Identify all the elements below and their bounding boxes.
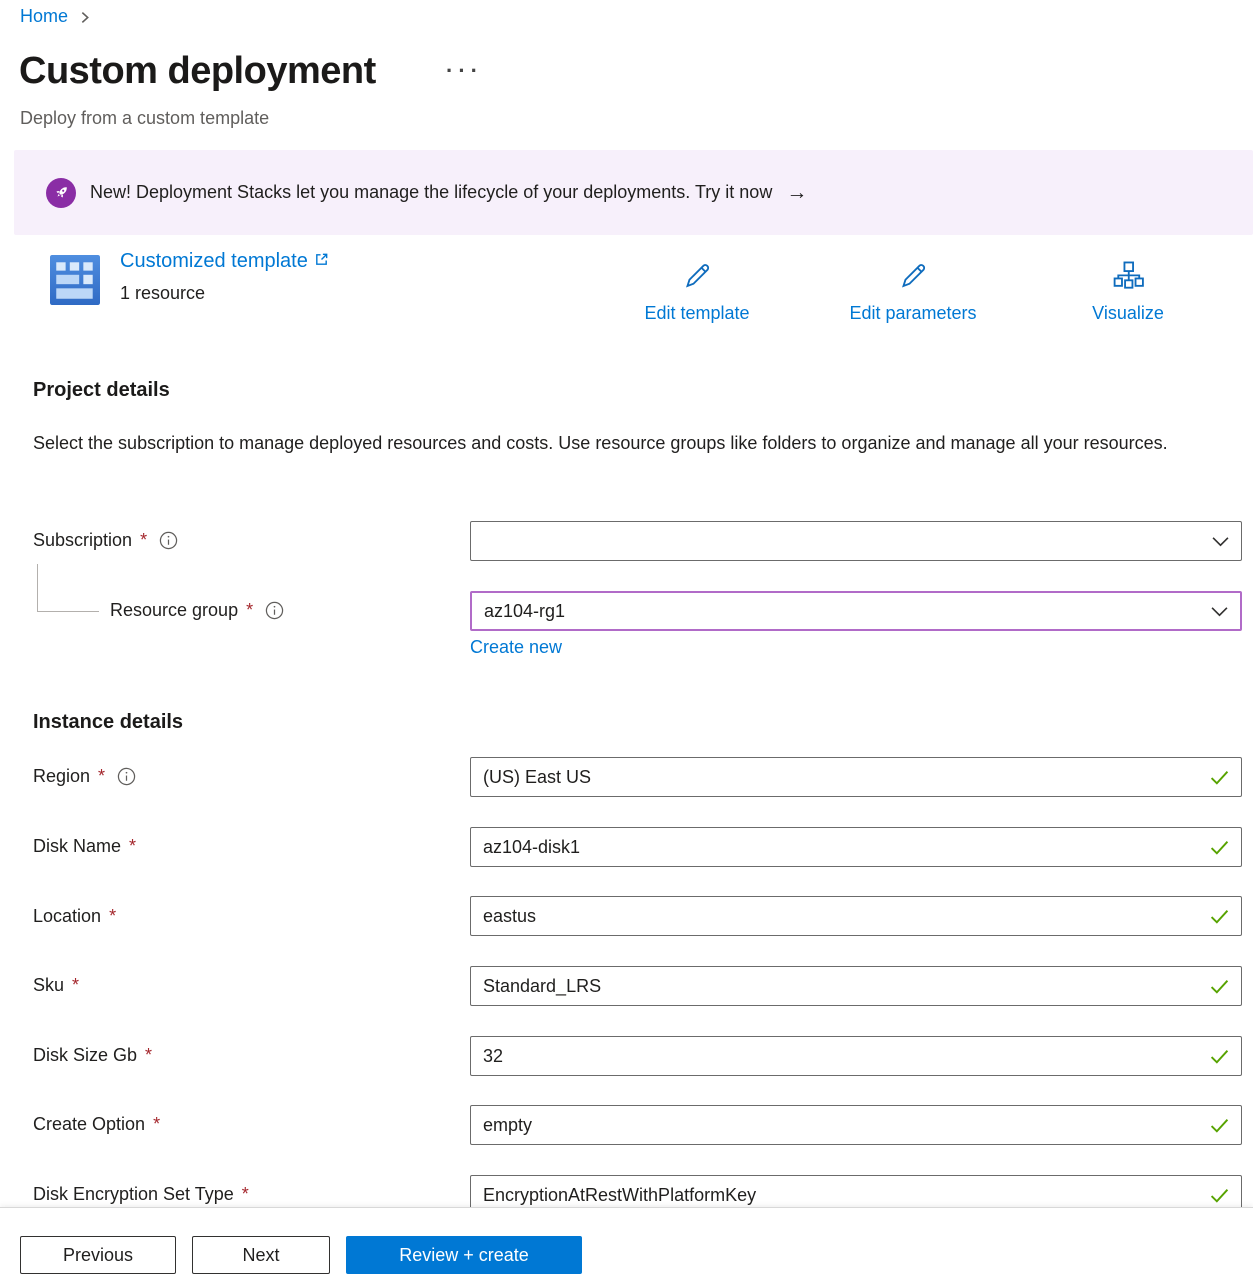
external-link-icon [314,250,329,273]
arrow-right-icon[interactable]: → [786,181,807,205]
resource-count: 1 resource [120,283,205,304]
disk-name-input[interactable] [483,837,1202,858]
sku-label: Sku * [33,975,79,996]
chevron-down-icon [1211,606,1228,617]
region-input[interactable] [483,767,1202,788]
page-subtitle: Deploy from a custom template [20,108,269,129]
resource-group-dropdown[interactable]: az104-rg1 [470,591,1242,631]
banner-message: New! Deployment Stacks let you manage th… [90,182,772,203]
footer-bar: Previous Next Review + create [0,1207,1253,1280]
chevron-down-icon [1212,536,1229,547]
template-icon [50,255,100,305]
edit-template-button[interactable]: Edit template [644,260,749,324]
valid-check-icon [1210,1188,1229,1203]
deployment-stacks-banner[interactable]: New! Deployment Stacks let you manage th… [14,150,1253,235]
edit-template-label: Edit template [644,303,749,324]
breadcrumb: Home [20,6,91,27]
disk-size-gb-input[interactable] [483,1046,1202,1067]
subscription-label: Subscription * [33,530,178,551]
custom-deployment-page: Home Custom deployment ··· Deploy from a… [0,0,1253,1280]
location-field [470,896,1242,936]
instance-details-heading: Instance details [33,711,183,734]
valid-check-icon [1210,909,1229,924]
disk-size-gb-field [470,1036,1242,1076]
next-button[interactable]: Next [192,1236,330,1274]
project-details-description: Select the subscription to manage deploy… [33,428,1183,459]
region-label: Region * [33,766,136,787]
project-details-heading: Project details [33,379,170,402]
disk-encryption-set-type-label: Disk Encryption Set Type * [33,1184,249,1205]
page-title: Custom deployment [19,50,376,93]
location-label: Location * [33,906,116,927]
create-option-field [470,1105,1242,1145]
create-new-link[interactable]: Create new [470,637,562,658]
disk-name-label: Disk Name * [33,836,136,857]
review-create-button[interactable]: Review + create [346,1236,582,1274]
breadcrumb-home-link[interactable]: Home [20,6,68,27]
rocket-icon [46,178,76,208]
visualize-button[interactable]: Visualize [1092,260,1164,324]
resource-group-value: az104-rg1 [484,601,565,622]
disk-name-field [470,827,1242,867]
valid-check-icon [1210,1049,1229,1064]
location-input[interactable] [483,906,1202,927]
sku-field [470,966,1242,1006]
disk-encryption-set-type-input[interactable] [483,1185,1202,1206]
create-option-label: Create Option * [33,1114,160,1135]
customized-template-label: Customized template [120,250,308,273]
info-icon[interactable] [265,601,284,620]
disk-size-gb-label: Disk Size Gb * [33,1045,152,1066]
create-option-input[interactable] [483,1115,1202,1136]
subscription-dropdown[interactable] [470,521,1242,561]
valid-check-icon [1210,1118,1229,1133]
edit-parameters-button[interactable]: Edit parameters [849,260,976,324]
valid-check-icon [1210,979,1229,994]
valid-check-icon [1210,770,1229,785]
more-options-button[interactable]: ··· [446,58,483,84]
pencil-icon [897,260,929,297]
pencil-icon [681,260,713,297]
customized-template-link[interactable]: Customized template [120,250,329,273]
visualize-label: Visualize [1092,303,1164,324]
field-connector-line [37,564,99,612]
chevron-right-icon [78,11,91,24]
region-field [470,757,1242,797]
valid-check-icon [1210,840,1229,855]
sku-input[interactable] [483,976,1202,997]
info-icon[interactable] [117,767,136,786]
edit-parameters-label: Edit parameters [849,303,976,324]
info-icon[interactable] [159,531,178,550]
resource-group-label: Resource group * [110,600,284,621]
org-tree-icon [1112,260,1144,297]
previous-button[interactable]: Previous [20,1236,176,1274]
